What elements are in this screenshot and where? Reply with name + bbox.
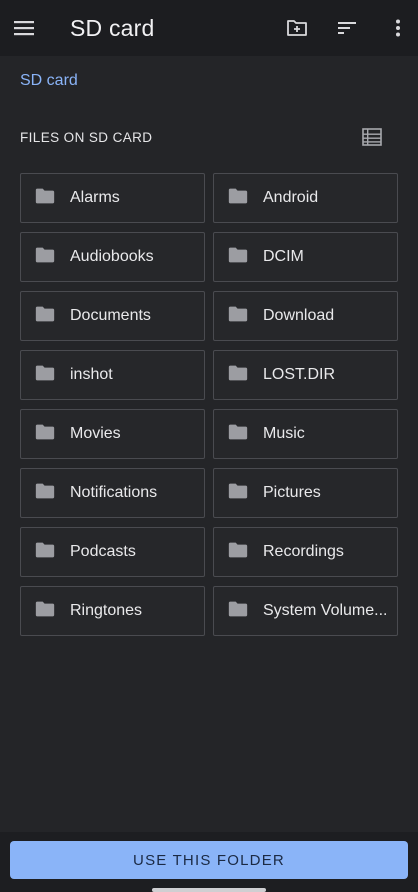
top-app-bar: SD card bbox=[0, 0, 418, 56]
folder-item[interactable]: Audiobooks bbox=[20, 232, 205, 282]
folder-item[interactable]: Movies bbox=[20, 409, 205, 459]
folder-icon bbox=[34, 362, 56, 389]
sort-icon[interactable] bbox=[335, 16, 359, 40]
folder-item[interactable]: inshot bbox=[20, 350, 205, 400]
folder-icon bbox=[227, 303, 249, 330]
folder-name: Notifications bbox=[70, 484, 158, 501]
folder-picker-screen: SD card SD card FILES ON SD CARD Alarms … bbox=[0, 0, 418, 892]
folder-icon bbox=[227, 185, 249, 212]
folder-name: DCIM bbox=[263, 248, 304, 265]
folder-icon bbox=[227, 539, 249, 566]
folder-name: Music bbox=[263, 425, 305, 442]
folder-icon bbox=[34, 598, 56, 625]
folder-item[interactable]: DCIM bbox=[213, 232, 398, 282]
folder-grid: Alarms Android Audiobooks DCIM Documents Down… bbox=[20, 173, 398, 636]
more-vert-icon[interactable] bbox=[386, 16, 410, 40]
folder-name: Ringtones bbox=[70, 602, 143, 619]
folder-item[interactable]: Alarms bbox=[20, 173, 205, 223]
folder-icon bbox=[34, 480, 56, 507]
folder-icon bbox=[34, 185, 56, 212]
folder-name: Documents bbox=[70, 307, 151, 324]
folder-name: Android bbox=[263, 189, 319, 206]
folder-item[interactable]: Pictures bbox=[213, 468, 398, 518]
folder-icon bbox=[227, 362, 249, 389]
folder-item[interactable]: Podcasts bbox=[20, 527, 205, 577]
folder-icon bbox=[34, 244, 56, 271]
use-this-folder-button[interactable]: USE THIS FOLDER bbox=[10, 841, 408, 879]
folder-item[interactable]: Download bbox=[213, 291, 398, 341]
folder-name: inshot bbox=[70, 366, 113, 383]
folder-name: Pictures bbox=[263, 484, 321, 501]
folder-item[interactable]: Music bbox=[213, 409, 398, 459]
folder-name: Download bbox=[263, 307, 335, 324]
list-view-icon[interactable] bbox=[362, 128, 382, 146]
folder-name: Alarms bbox=[70, 189, 120, 206]
folder-name: LOST.DIR bbox=[263, 366, 336, 383]
folder-item[interactable]: Android bbox=[213, 173, 398, 223]
folder-name: Podcasts bbox=[70, 543, 136, 560]
new-folder-icon[interactable] bbox=[285, 16, 309, 40]
folder-name: Recordings bbox=[263, 543, 344, 560]
folder-icon bbox=[227, 421, 249, 448]
gesture-bar bbox=[152, 888, 266, 892]
folder-icon bbox=[227, 598, 249, 625]
folder-icon bbox=[34, 539, 56, 566]
folder-icon bbox=[227, 480, 249, 507]
folder-item[interactable]: Notifications bbox=[20, 468, 205, 518]
folder-item[interactable]: Documents bbox=[20, 291, 205, 341]
folder-item[interactable]: System Volume... bbox=[213, 586, 398, 636]
folder-name: Movies bbox=[70, 425, 121, 442]
folder-icon bbox=[227, 244, 249, 271]
breadcrumb[interactable]: SD card bbox=[20, 72, 78, 90]
folder-name: System Volume... bbox=[263, 602, 388, 619]
folder-icon bbox=[34, 303, 56, 330]
folder-item[interactable]: LOST.DIR bbox=[213, 350, 398, 400]
page-title: SD card bbox=[70, 15, 155, 41]
menu-icon[interactable] bbox=[12, 16, 36, 40]
folder-item[interactable]: Recordings bbox=[213, 527, 398, 577]
section-title: FILES ON SD CARD bbox=[20, 130, 153, 145]
folder-item[interactable]: Ringtones bbox=[20, 586, 205, 636]
folder-name: Audiobooks bbox=[70, 248, 154, 265]
folder-icon bbox=[34, 421, 56, 448]
